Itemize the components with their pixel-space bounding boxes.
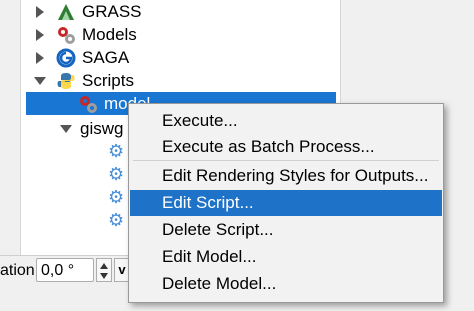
menu-item-delete-script[interactable]: Delete Script... xyxy=(130,217,442,243)
rotation-spinner[interactable] xyxy=(96,258,112,282)
expand-arrow-icon[interactable] xyxy=(36,28,44,41)
script-gear-icon[interactable]: ⚙ xyxy=(108,187,124,207)
expand-arrow-icon[interactable] xyxy=(36,5,44,18)
rotation-field[interactable]: 0,0 ° xyxy=(36,258,94,282)
tree-item-label: Scripts xyxy=(82,70,134,90)
grass-icon xyxy=(58,3,74,20)
menu-item-edit-script[interactable]: Edit Script... xyxy=(130,190,442,216)
tree-item-label: SAGA xyxy=(82,47,130,67)
script-gear-icon[interactable]: ⚙ xyxy=(108,210,124,230)
tree-item-label: GRASS xyxy=(82,1,142,21)
expand-arrow-icon[interactable] xyxy=(36,51,44,64)
collapse-arrow-icon[interactable] xyxy=(34,76,46,85)
spin-up-icon[interactable] xyxy=(100,263,108,269)
collapse-arrow-icon[interactable] xyxy=(60,124,72,133)
menu-item-execute-batch[interactable]: Execute as Batch Process... xyxy=(130,134,442,160)
rotation-label: ation xyxy=(0,262,35,279)
tree-item-models[interactable]: Models xyxy=(20,23,340,46)
saga-icon xyxy=(56,48,76,67)
menu-item-edit-rendering-styles[interactable]: Edit Rendering Styles for Outputs... xyxy=(130,163,442,189)
python-icon xyxy=(57,72,75,89)
tree-item-saga[interactable]: SAGA xyxy=(20,46,340,69)
spin-down-icon[interactable] xyxy=(100,273,108,279)
models-gear-icon xyxy=(58,26,75,44)
menu-item-edit-model[interactable]: Edit Model... xyxy=(130,244,442,270)
tree-left-scrollbar[interactable] xyxy=(0,0,21,255)
context-menu: Execute... Execute as Batch Process... E… xyxy=(128,103,444,303)
menu-separator xyxy=(133,160,439,161)
menu-item-delete-model[interactable]: Delete Model... xyxy=(130,271,442,297)
script-gear-icon[interactable]: ⚙ xyxy=(108,141,124,161)
script-gear-icon xyxy=(80,95,97,113)
tree-item-label: giswg xyxy=(80,118,124,138)
tree-item-label: Models xyxy=(82,24,137,44)
tree-item-grass[interactable]: GRASS xyxy=(20,0,340,23)
script-gear-icon[interactable]: ⚙ xyxy=(108,164,124,184)
tree-item-scripts[interactable]: Scripts xyxy=(20,69,340,92)
menu-item-execute[interactable]: Execute... xyxy=(130,108,442,134)
